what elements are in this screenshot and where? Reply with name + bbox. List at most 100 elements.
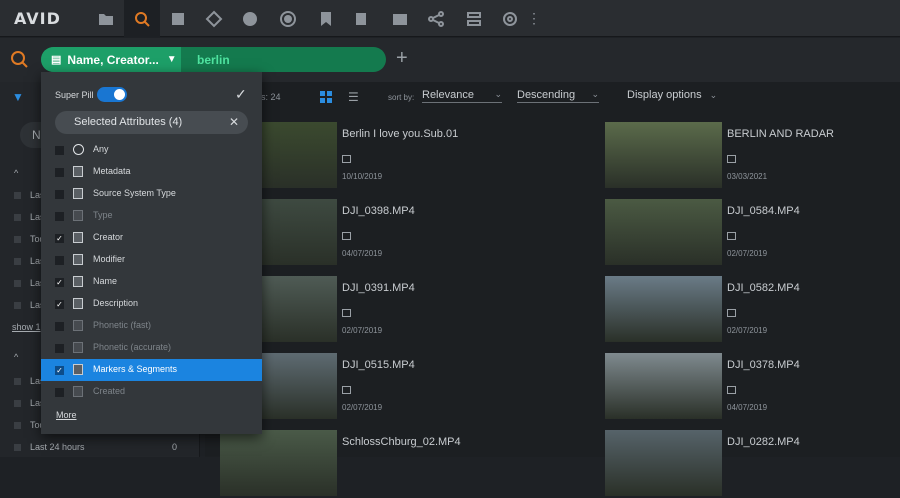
result-card[interactable]: DJI_0515.MP4 02/07/2019 — [220, 353, 590, 421]
checkbox[interactable] — [55, 168, 64, 177]
show-more-link[interactable]: show 1 — [12, 322, 41, 332]
result-card[interactable]: DJI_0391.MP4 02/07/2019 — [220, 276, 590, 344]
attribute-dropdown: Super Pill ✓ Selected Attributes (4) ✕ A… — [41, 72, 262, 434]
attribute-option[interactable]: Phonetic (accurate) — [41, 337, 262, 359]
sidebar-line[interactable]: Last 24 hours — [30, 442, 85, 452]
folder-icon[interactable] — [88, 0, 124, 37]
super-pill[interactable]: ▤ Name, Creator... ▼ berlin — [41, 47, 386, 72]
attribute-option[interactable]: Any — [41, 139, 262, 161]
export-icon[interactable] — [344, 0, 380, 37]
thumbnail[interactable] — [605, 353, 722, 419]
card-title[interactable]: DJI_0282.MP4 — [727, 436, 800, 448]
thumbnail[interactable] — [220, 430, 337, 496]
document-icon — [73, 254, 83, 265]
checkbox[interactable] — [55, 322, 64, 331]
result-card[interactable]: DJI_0582.MP4 02/07/2019 — [605, 276, 900, 344]
card-title[interactable]: DJI_0378.MP4 — [727, 359, 800, 371]
super-pill-label: Super Pill — [55, 90, 94, 100]
card-title[interactable]: SchlossChburg_02.MP4 — [342, 436, 461, 448]
list-view-icon[interactable]: ☰ — [348, 90, 359, 104]
result-card[interactable]: BERLIN AND RADAR 03/03/2021 — [605, 122, 900, 190]
attribute-option[interactable]: Metadata — [41, 161, 262, 183]
result-card[interactable]: DJI_0378.MP4 04/07/2019 — [605, 353, 900, 421]
checkbox[interactable]: ✓ — [55, 234, 64, 243]
card-title[interactable]: DJI_0582.MP4 — [727, 282, 800, 294]
thumbnail[interactable] — [605, 199, 722, 265]
attribute-option-label: Created — [93, 386, 126, 396]
pill-value[interactable]: berlin — [197, 53, 230, 67]
search-icon[interactable] — [124, 0, 160, 37]
checkbox[interactable]: ✓ — [55, 278, 64, 287]
checkbox[interactable] — [55, 344, 64, 353]
card-title[interactable]: DJI_0584.MP4 — [727, 205, 800, 217]
grid-view-icon[interactable] — [320, 91, 332, 103]
clip-type-icon — [727, 232, 736, 240]
attribute-option[interactable]: Created — [41, 381, 262, 403]
search-glass-icon[interactable] — [10, 50, 30, 70]
document-icon — [73, 298, 83, 309]
result-card[interactable]: Berlin I love you.Sub.01 10/10/2019 — [220, 122, 590, 190]
sequence-icon[interactable] — [382, 0, 418, 37]
results-count: s: 24 — [261, 92, 281, 102]
calendar-icon — [73, 386, 83, 397]
display-options-button[interactable]: Display options ⌄ — [627, 89, 717, 102]
bookmark-icon[interactable] — [308, 0, 344, 37]
card-title[interactable]: Berlin I love you.Sub.01 — [342, 128, 458, 140]
clip-type-icon — [727, 309, 736, 317]
card-date: 02/07/2019 — [727, 326, 768, 335]
close-icon[interactable]: ✕ — [229, 115, 239, 129]
attribute-option[interactable]: Modifier — [41, 249, 262, 271]
thumbnail[interactable] — [605, 122, 722, 188]
sort-select[interactable]: Relevance ⌄ — [422, 89, 502, 103]
card-title[interactable]: DJI_0391.MP4 — [342, 282, 415, 294]
result-card[interactable]: SchlossChburg_02.MP4 — [220, 430, 590, 498]
more-link[interactable]: More — [56, 410, 77, 420]
person-upload-icon[interactable] — [232, 0, 268, 37]
result-card[interactable]: DJI_0584.MP4 02/07/2019 — [605, 199, 900, 267]
pill-attribute-selector[interactable]: ▤ Name, Creator... ▼ — [41, 47, 181, 72]
attribute-option[interactable]: ✓ Name — [41, 271, 262, 293]
collapse-caret-icon[interactable]: ^ — [14, 352, 18, 362]
filter-icon[interactable]: ▼ — [12, 90, 24, 104]
add-pill-button[interactable]: + — [396, 47, 408, 70]
chevron-down-icon: ⌄ — [709, 90, 718, 100]
checkbox[interactable]: ✓ — [55, 366, 64, 375]
record-icon[interactable] — [270, 0, 306, 37]
more-icon[interactable]: ⋮ — [516, 0, 552, 37]
selected-attributes-chip[interactable]: Selected Attributes (4) ✕ — [55, 111, 248, 134]
connections-icon[interactable] — [196, 0, 232, 37]
display-options-label: Display options — [627, 89, 702, 101]
chevron-down-icon: ⌄ — [494, 89, 502, 99]
order-select[interactable]: Descending ⌄ — [517, 89, 599, 103]
card-title[interactable]: BERLIN AND RADAR — [727, 128, 834, 140]
checkbox[interactable] — [55, 212, 64, 221]
checkbox[interactable]: ✓ — [55, 300, 64, 309]
clip-type-icon — [342, 386, 351, 394]
attribute-option[interactable]: ✓ Creator — [41, 227, 262, 249]
clip-type-icon — [342, 309, 351, 317]
card-title[interactable]: DJI_0398.MP4 — [342, 205, 415, 217]
attribute-option[interactable]: Source System Type — [41, 183, 262, 205]
results-toolbar: s: 24 ☰ sort by: Relevance ⌄ Descending ⌄ … — [205, 82, 900, 112]
attribute-option-label: Name — [93, 276, 118, 286]
checkbox[interactable] — [55, 146, 64, 155]
confirm-check-icon[interactable]: ✓ — [235, 86, 247, 103]
share-icon[interactable] — [418, 0, 454, 37]
server-icon[interactable] — [456, 0, 492, 37]
attribute-option[interactable]: ✓ Markers & Segments — [41, 359, 262, 381]
card-title[interactable]: DJI_0515.MP4 — [342, 359, 415, 371]
thumbnail[interactable] — [605, 276, 722, 342]
attribute-option[interactable]: ✓ Description — [41, 293, 262, 315]
attribute-option[interactable]: Phonetic (fast) — [41, 315, 262, 337]
collapse-caret-icon[interactable]: ^ — [14, 168, 18, 178]
thumbnail[interactable] — [605, 430, 722, 496]
edit-icon[interactable] — [160, 0, 196, 37]
attribute-option[interactable]: Type — [41, 205, 262, 227]
pill-doc-icon: ▤ — [51, 54, 62, 66]
checkbox[interactable] — [55, 190, 64, 199]
result-card[interactable]: DJI_0282.MP4 — [605, 430, 900, 498]
checkbox[interactable] — [55, 256, 64, 265]
super-pill-toggle[interactable] — [97, 87, 127, 102]
result-card[interactable]: DJI_0398.MP4 04/07/2019 — [220, 199, 590, 267]
checkbox[interactable] — [55, 388, 64, 397]
